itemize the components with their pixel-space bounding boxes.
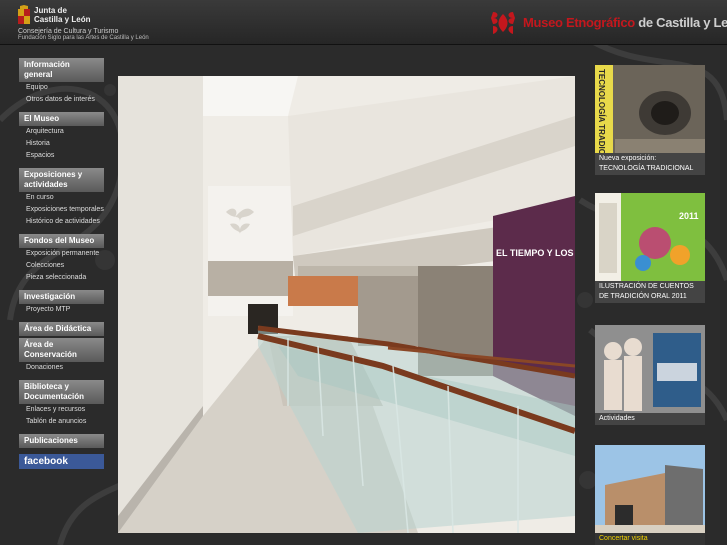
card1-caption: Nueva exposición: TECNOLOGÍA TRADICIONAL (595, 153, 705, 175)
nav-head-exposiciones[interactable]: Exposiciones y actividades (19, 168, 104, 192)
nav-item-colecciones[interactable]: Colecciones (19, 260, 104, 272)
nav-item-historico[interactable]: Histórico de actividades (19, 216, 104, 228)
nav-head-conservacion[interactable]: Área de Conservación (19, 338, 104, 362)
nav-item-enlaces[interactable]: Enlaces y recursos (19, 404, 104, 416)
museum-title-rest: de Castilla y León (638, 15, 727, 30)
museum-logo-icon[interactable] (489, 10, 517, 36)
nav-head-fondos[interactable]: Fondos del Museo (19, 234, 104, 248)
card-concertar-visita[interactable]: Concertar visita (595, 445, 705, 545)
nav-head-publicaciones[interactable]: Publicaciones (19, 434, 104, 448)
card4-caption: Concertar visita (595, 533, 705, 545)
card1-caption-line1: Nueva exposición: (599, 155, 657, 162)
nav-head-didactica[interactable]: Área de Didáctica (19, 322, 104, 336)
site-header: Junta de Castilla y León Consejería de C… (0, 0, 727, 45)
card2-caption-line1: ILUSTRACIÓN DE CUENTOS (599, 283, 694, 290)
nav-item-historia[interactable]: Historia (19, 138, 104, 150)
nav-item-en-curso[interactable]: En curso (19, 192, 104, 204)
card2-caption: ILUSTRACIÓN DE CUENTOS DE TRADICIÓN ORAL… (595, 281, 705, 303)
nav-head-informacion[interactable]: Información general (19, 58, 104, 82)
nav-item-espacios[interactable]: Espacios (19, 150, 104, 162)
main-photo: EL TIEMPO Y LOS R (118, 76, 575, 533)
nav-item-exposicion-permanente[interactable]: Exposición permanente (19, 248, 104, 260)
museum-title-red: Museo Etnográfico (523, 15, 635, 30)
museum-interior-image: EL TIEMPO Y LOS R (118, 76, 575, 533)
card2-thumbnail: 2011 (595, 193, 705, 281)
nav-item-equipo[interactable]: Equipo (19, 82, 104, 94)
nav-item-tablon[interactable]: Tablón de anuncios (19, 416, 104, 428)
fundacion-text: Fundación Siglo para las Artes de Castil… (18, 35, 149, 41)
jcyl-line2: Castilla y León (34, 15, 91, 24)
card2-thumb-text: 2011 (679, 211, 699, 221)
nav-item-pieza-seleccionada[interactable]: Pieza seleccionada (19, 272, 104, 284)
card4-thumbnail (595, 445, 705, 533)
nav-head-investigacion[interactable]: Investigación (19, 290, 104, 304)
card1-thumb-text: TECNOLOGÍA TRADICIONAL (597, 69, 606, 153)
jcyl-logo-text[interactable]: Junta de Castilla y León (34, 6, 94, 24)
card3-caption: Actividades (595, 413, 705, 425)
card1-caption-line2: TECNOLOGÍA TRADICIONAL (599, 165, 694, 172)
jcyl-line1: Junta de (34, 6, 67, 15)
nav-head-biblioteca[interactable]: Biblioteca y Documentación (19, 380, 104, 404)
exhibit-sign-text: EL TIEMPO Y LOS R (496, 248, 575, 258)
card1-thumbnail: TECNOLOGÍA TRADICIONAL (595, 65, 705, 153)
nav-item-arquitectura[interactable]: Arquitectura (19, 126, 104, 138)
nav-item-otros-datos[interactable]: Otros datos de interés (19, 94, 104, 106)
nav-item-exposiciones-temporales[interactable]: Exposiciones temporales (19, 204, 104, 216)
card2-caption-line2: DE TRADICIÓN ORAL 2011 (599, 293, 687, 300)
sidebar-nav: Información general Equipo Otros datos d… (19, 58, 104, 469)
nav-item-donaciones[interactable]: Donaciones (19, 362, 104, 374)
card-actividades[interactable]: Actividades (595, 325, 705, 425)
nav-item-proyecto-mtp[interactable]: Proyecto MTP (19, 304, 104, 316)
nav-head-el-museo[interactable]: El Museo (19, 112, 104, 126)
museum-title[interactable]: Museo Etnográfico de Castilla y León (523, 15, 727, 30)
facebook-link[interactable]: facebook (19, 454, 104, 469)
jcyl-crest-icon[interactable] (17, 5, 31, 27)
card-tecnologia-tradicional[interactable]: TECNOLOGÍA TRADICIONAL Nueva exposición:… (595, 65, 705, 175)
card3-thumbnail (595, 325, 705, 413)
card-ilustracion-cuentos[interactable]: 2011 ILUSTRACIÓN DE CUENTOS DE TRADICIÓN… (595, 193, 705, 303)
